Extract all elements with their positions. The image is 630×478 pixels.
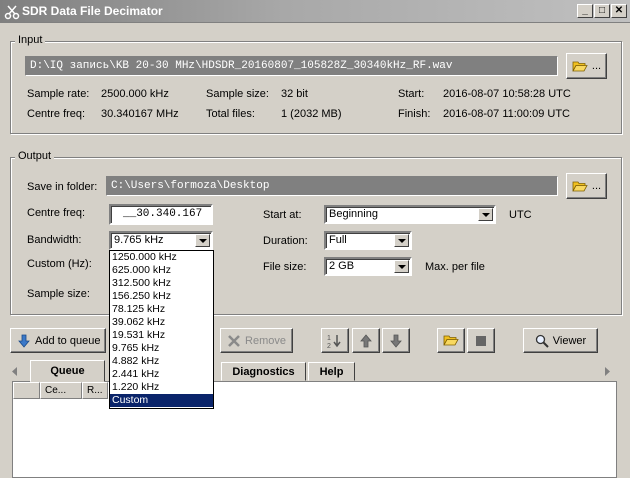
arrow-up-icon bbox=[360, 333, 372, 347]
input-group-title: Input bbox=[15, 34, 46, 46]
input-browse-button[interactable]: ... bbox=[566, 53, 607, 79]
out-centre-freq-label: Centre freq: bbox=[27, 207, 86, 219]
file-size-select[interactable]: 2 GB bbox=[324, 257, 412, 276]
sort-icon: 1 2 bbox=[327, 334, 341, 349]
bandwidth-option[interactable]: 4.882 kHz bbox=[110, 355, 213, 368]
open-queue-button[interactable] bbox=[437, 328, 465, 353]
sort-button[interactable]: 1 2 bbox=[321, 328, 349, 353]
bandwidth-option[interactable]: 625.000 kHz bbox=[110, 264, 213, 277]
chevron-down-icon[interactable] bbox=[195, 234, 210, 247]
start-at-select[interactable]: Beginning bbox=[324, 205, 496, 224]
chevron-right-icon bbox=[605, 366, 610, 376]
scissors-icon bbox=[4, 5, 20, 20]
duration-select[interactable]: Full bbox=[324, 231, 412, 250]
chevron-left-icon bbox=[12, 366, 17, 376]
bandwidth-selected-value: 9.765 kHz bbox=[114, 234, 164, 246]
sample-rate-label: Sample rate: bbox=[27, 88, 90, 100]
start-at-value: Beginning bbox=[329, 208, 378, 220]
remove-label: Remove bbox=[245, 334, 286, 347]
file-size-label: File size: bbox=[263, 261, 307, 273]
viewer-label: Viewer bbox=[552, 334, 587, 347]
column-header-centre[interactable]: Ce... bbox=[40, 382, 82, 399]
magnifier-icon bbox=[535, 334, 549, 348]
folder-open-icon bbox=[572, 181, 588, 191]
svg-text:1: 1 bbox=[327, 335, 331, 342]
bandwidth-label: Bandwidth: bbox=[27, 234, 82, 246]
duration-value: Full bbox=[329, 234, 347, 246]
save-folder-field[interactable]: C:\Users\formoza\Desktop bbox=[106, 176, 558, 196]
output-browse-button[interactable]: ... bbox=[566, 173, 607, 199]
viewer-button[interactable]: Viewer bbox=[523, 328, 598, 353]
max-per-file-label: Max. per file bbox=[425, 261, 485, 273]
chevron-down-icon[interactable] bbox=[478, 208, 493, 221]
bandwidth-option[interactable]: 9.765 kHz bbox=[110, 342, 213, 355]
input-path-field[interactable]: D:\IQ запись\KB 20-30 MHz\HDSDR_20160807… bbox=[25, 56, 558, 76]
svg-text:2: 2 bbox=[327, 343, 331, 349]
start-at-label: Start at: bbox=[263, 209, 302, 221]
bandwidth-option[interactable]: 156.250 kHz bbox=[110, 290, 213, 303]
finish-label: Finish: bbox=[398, 108, 431, 120]
tab-queue[interactable]: Queue bbox=[30, 360, 105, 382]
window-title: SDR Data File Decimator bbox=[22, 4, 163, 18]
bandwidth-option[interactable]: 312.500 kHz bbox=[110, 277, 213, 290]
tab-diagnostics[interactable]: Diagnostics bbox=[221, 362, 306, 381]
out-centre-freq-input[interactable]: __30.340.167 bbox=[109, 204, 213, 225]
folder-open-icon bbox=[572, 61, 588, 71]
duration-label: Duration: bbox=[263, 235, 308, 247]
add-to-queue-label: Add to queue bbox=[35, 334, 101, 347]
tab-scroll-right[interactable] bbox=[604, 362, 614, 380]
bandwidth-dropdown-list[interactable]: 1250.000 kHz 625.000 kHz 312.500 kHz 156.25… bbox=[109, 250, 214, 409]
custom-hz-label: Custom (Hz): bbox=[27, 258, 92, 270]
centre-freq-label: Centre freq: bbox=[27, 108, 86, 120]
save-folder-label: Save in folder: bbox=[27, 181, 98, 193]
close-button[interactable]: ✕ bbox=[611, 4, 627, 18]
bandwidth-option[interactable]: 2.441 kHz bbox=[110, 368, 213, 381]
sample-size-value: 32 bit bbox=[281, 88, 308, 100]
folder-open-icon bbox=[443, 335, 459, 346]
file-size-value: 2 GB bbox=[329, 260, 355, 272]
output-group-title: Output bbox=[15, 150, 55, 162]
tab-help[interactable]: Help bbox=[308, 362, 355, 381]
start-label: Start: bbox=[398, 88, 425, 100]
total-files-label: Total files: bbox=[206, 108, 255, 120]
utc-label: UTC bbox=[509, 209, 532, 221]
remove-button[interactable]: Remove bbox=[220, 328, 293, 353]
total-files-value: 1 (2032 MB) bbox=[281, 108, 342, 120]
chevron-down-icon[interactable] bbox=[394, 260, 409, 273]
out-sample-size-label: Sample size: bbox=[27, 288, 90, 300]
column-header-rate[interactable]: R... bbox=[82, 382, 108, 399]
stop-icon bbox=[476, 335, 486, 346]
arrow-down-icon bbox=[390, 334, 402, 348]
queue-list[interactable]: Ce... R... bbox=[12, 381, 617, 478]
title-bar[interactable]: SDR Data File Decimator _ □ ✕ bbox=[0, 0, 630, 23]
sample-rate-value: 2500.000 kHz bbox=[101, 88, 169, 100]
bandwidth-option[interactable]: 19.531 kHz bbox=[110, 329, 213, 342]
start-value: 2016-08-07 10:58:28 UTC bbox=[443, 88, 571, 100]
bandwidth-option[interactable]: 1.220 kHz bbox=[110, 381, 213, 394]
move-up-button[interactable] bbox=[352, 328, 380, 353]
bandwidth-option[interactable]: 78.125 kHz bbox=[110, 303, 213, 316]
output-browse-label: ... bbox=[591, 180, 602, 192]
input-browse-label: ... bbox=[591, 60, 602, 72]
stop-button[interactable] bbox=[467, 328, 495, 353]
add-to-queue-button[interactable]: Add to queue bbox=[10, 328, 106, 353]
move-down-button[interactable] bbox=[382, 328, 410, 353]
finish-value: 2016-08-07 11:00:09 UTC bbox=[443, 108, 570, 120]
bandwidth-option[interactable]: 39.062 kHz bbox=[110, 316, 213, 329]
chevron-down-icon[interactable] bbox=[394, 234, 409, 247]
maximize-button[interactable]: □ bbox=[594, 4, 610, 18]
sample-size-label: Sample size: bbox=[206, 88, 269, 100]
x-icon bbox=[228, 334, 240, 347]
bandwidth-select[interactable]: 9.765 kHz bbox=[109, 231, 213, 250]
minimize-button[interactable]: _ bbox=[577, 4, 593, 18]
bandwidth-option[interactable]: 1250.000 kHz bbox=[110, 251, 213, 264]
column-header-blank[interactable] bbox=[13, 382, 40, 399]
tab-scroll-left[interactable] bbox=[12, 362, 22, 380]
bandwidth-option[interactable]: Custom bbox=[110, 394, 213, 407]
arrow-down-icon bbox=[18, 334, 30, 348]
centre-freq-value: 30.340167 MHz bbox=[101, 108, 179, 120]
